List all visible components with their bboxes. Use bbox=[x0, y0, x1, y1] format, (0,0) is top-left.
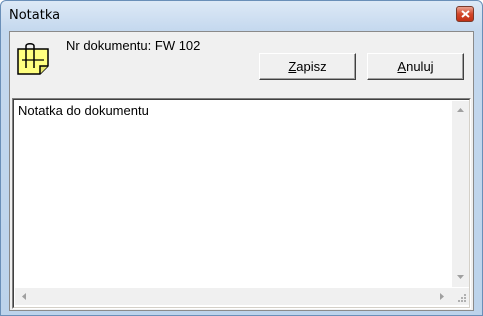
resize-grip[interactable] bbox=[452, 288, 469, 305]
close-button[interactable] bbox=[456, 6, 474, 22]
scroll-up-icon[interactable] bbox=[456, 107, 465, 113]
horizontal-scrollbar[interactable] bbox=[15, 288, 452, 305]
title-bar[interactable]: Notatka bbox=[1, 1, 482, 31]
dialog-content: Nr dokumentu: FW 102 Zapisz Anuluj Notat… bbox=[9, 31, 474, 311]
cancel-button[interactable]: Anuluj bbox=[367, 53, 464, 80]
scroll-down-icon[interactable] bbox=[456, 274, 465, 280]
close-icon bbox=[461, 10, 470, 18]
save-button[interactable]: Zapisz bbox=[259, 53, 356, 80]
cancel-button-label: nuluj bbox=[406, 59, 434, 74]
vertical-scrollbar[interactable] bbox=[452, 101, 469, 287]
note-text[interactable]: Notatka do dokumentu bbox=[18, 103, 149, 118]
document-number-label: Nr dokumentu: FW 102 bbox=[66, 38, 201, 53]
window-title: Notatka bbox=[9, 8, 61, 23]
cancel-button-mnemonic: A bbox=[397, 59, 407, 74]
note-textarea-frame: Notatka do dokumentu bbox=[13, 99, 470, 308]
resize-grip-icon bbox=[458, 294, 466, 302]
save-button-label: apisz bbox=[296, 59, 327, 74]
dialog-window: Notatka Nr dokumentu: FW 102 Zapisz Anul… bbox=[0, 0, 483, 316]
scroll-left-icon[interactable] bbox=[21, 292, 27, 301]
scroll-right-icon[interactable] bbox=[439, 292, 445, 301]
note-textarea[interactable]: Notatka do dokumentu bbox=[12, 98, 471, 309]
document-note-icon bbox=[17, 43, 49, 75]
